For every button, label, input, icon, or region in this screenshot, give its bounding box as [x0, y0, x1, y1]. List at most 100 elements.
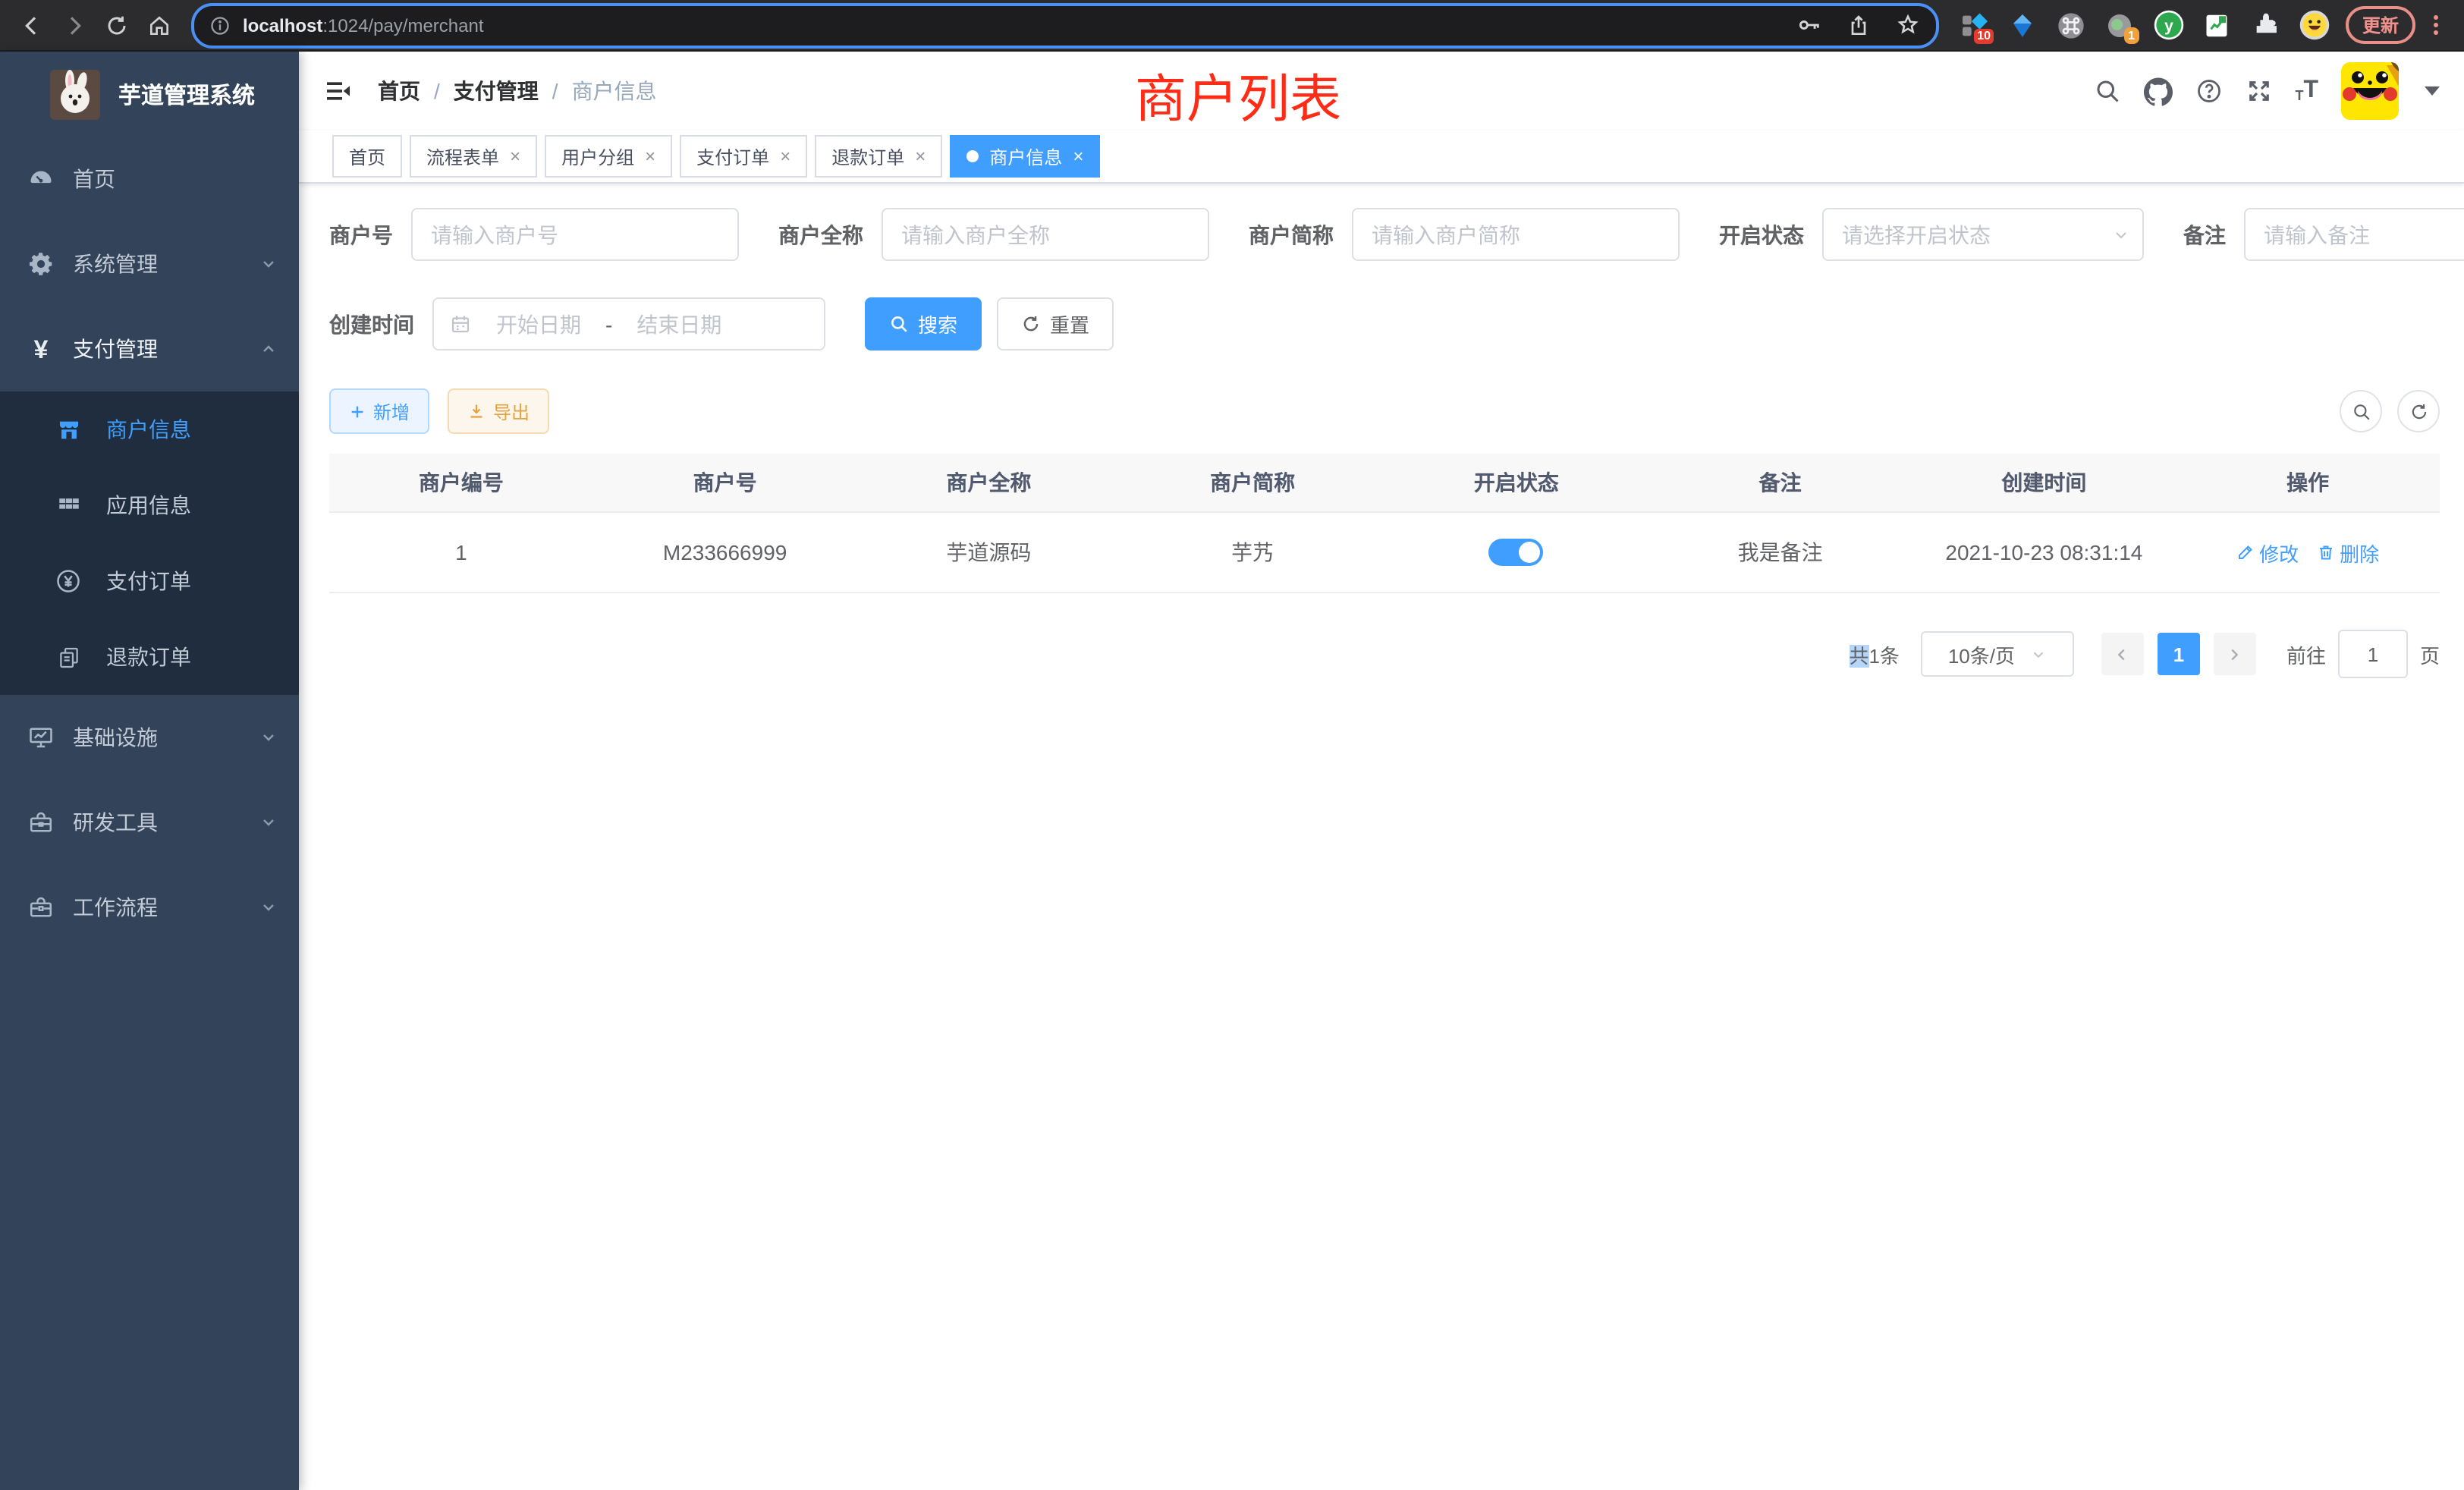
help-icon[interactable] [2195, 77, 2222, 105]
extensions-puzzle-icon[interactable] [2249, 7, 2282, 43]
close-icon[interactable]: × [915, 147, 926, 165]
github-icon[interactable] [2143, 77, 2172, 105]
status-select[interactable]: 请选择开启状态 [1822, 208, 2144, 261]
breadcrumb-separator: / [552, 79, 558, 103]
browser-update-button[interactable]: 更新 [2346, 6, 2415, 44]
sidebar-item-label: 研发工具 [73, 807, 158, 838]
page-size-select[interactable]: 10条/页 [1921, 631, 2074, 677]
remark-input[interactable] [2244, 208, 2464, 261]
status-toggle[interactable] [1489, 539, 1544, 566]
reset-button[interactable]: 重置 [997, 297, 1114, 350]
fullscreen-icon[interactable] [2245, 77, 2272, 105]
close-icon[interactable]: × [1073, 147, 1083, 165]
sidebar-item-app-info[interactable]: 应用信息 [0, 467, 299, 543]
next-page-button[interactable] [2214, 633, 2256, 675]
share-icon[interactable] [1846, 13, 1871, 37]
extension-y-icon[interactable]: y [2151, 7, 2185, 43]
merchant-no-input[interactable] [411, 208, 739, 261]
browser-menu-icon[interactable] [2425, 15, 2446, 35]
toolbox-icon [27, 809, 55, 836]
search-button[interactable]: 搜索 [865, 297, 982, 350]
export-button[interactable]: 导出 [448, 388, 549, 434]
extension-grid-icon[interactable]: 10 [1957, 7, 1991, 43]
main-area: 商户列表 首页 / 支付管理 / 商户信息 [299, 52, 2464, 1490]
url-path: :1024/pay/merchant [322, 14, 483, 36]
tab-label: 支付订单 [696, 143, 769, 169]
tab-process-form[interactable]: 流程表单× [410, 135, 537, 178]
breadcrumb-separator: / [434, 79, 440, 103]
start-date-placeholder[interactable]: 开始日期 [484, 309, 593, 339]
tab-merchant-info[interactable]: 商户信息× [950, 135, 1100, 178]
sidebar-item-pay[interactable]: ¥ 支付管理 [0, 306, 299, 391]
url-text: localhost:1024/pay/merchant [243, 14, 484, 36]
page-content: 商户号 商户全称 商户简称 开启状态 请选择开启状态 [299, 184, 2464, 1490]
extension-recorder-icon[interactable]: 1 [2103, 7, 2136, 43]
extension-gem-icon[interactable] [2006, 7, 2039, 43]
site-info-icon[interactable] [209, 14, 231, 36]
forward-icon[interactable] [55, 5, 94, 45]
tab-refund-order[interactable]: 退款订单 × [815, 135, 942, 178]
delete-link-label: 删除 [2340, 538, 2379, 567]
close-icon[interactable]: × [645, 147, 655, 165]
sidebar-item-pay-order[interactable]: 支付订单 [0, 543, 299, 619]
column-header: 备注 [1648, 467, 1912, 498]
hamburger-icon[interactable] [323, 76, 354, 106]
sidebar-item-merchant-info[interactable]: 商户信息 [0, 391, 299, 467]
tab-label: 用户分组 [561, 143, 634, 169]
profile-avatar-icon[interactable] [2297, 7, 2330, 43]
tab-user-group[interactable]: 用户分组 × [545, 135, 672, 178]
chevron-down-icon [2030, 646, 2047, 662]
breadcrumb-home[interactable]: 首页 [378, 76, 420, 106]
goto-label: 前往 [2286, 640, 2326, 668]
briefcase-icon [27, 894, 55, 921]
edit-link[interactable]: 修改 [2236, 538, 2299, 567]
sidebar-item-infra[interactable]: 基础设施 [0, 695, 299, 780]
reload-icon[interactable] [97, 5, 137, 45]
tab-label: 退款订单 [831, 143, 904, 169]
tab-pay-order[interactable]: 支付订单 × [680, 135, 807, 178]
column-header: 操作 [2176, 467, 2440, 498]
sidebar-item-system[interactable]: 系统管理 [0, 222, 299, 306]
password-key-icon[interactable] [1796, 12, 1822, 38]
add-button[interactable]: 新增 [329, 388, 429, 434]
field-label: 创建时间 [329, 309, 414, 339]
search-icon[interactable] [2093, 77, 2120, 105]
full-name-input[interactable] [882, 208, 1209, 261]
goto-page-input[interactable] [2338, 630, 2408, 678]
search-icon [889, 314, 909, 334]
home-icon[interactable] [140, 5, 179, 45]
gear-icon [27, 250, 55, 278]
sidebar-item-home[interactable]: 首页 [0, 137, 299, 222]
close-icon[interactable]: × [780, 147, 790, 165]
sidebar-item-workflow[interactable]: 工作流程 [0, 865, 299, 950]
sidebar-item-label: 系统管理 [73, 249, 158, 279]
delete-link[interactable]: 删除 [2317, 538, 2379, 567]
filter-row-2: 创建时间 开始日期 - 结束日期 搜索 重置 [329, 297, 2440, 350]
sidebar-item-devtools[interactable]: 研发工具 [0, 780, 299, 865]
show-search-button[interactable] [2340, 390, 2382, 432]
close-icon[interactable]: × [510, 147, 520, 165]
address-bar[interactable]: localhost:1024/pay/merchant [191, 2, 1939, 48]
short-name-input[interactable] [1352, 208, 1680, 261]
prev-page-button[interactable] [2101, 633, 2144, 675]
sidebar-item-refund-order[interactable]: 退款订单 [0, 619, 299, 695]
extension-command-icon[interactable] [2054, 7, 2088, 43]
bookmark-star-icon[interactable] [1895, 12, 1921, 38]
end-date-placeholder[interactable]: 结束日期 [624, 309, 734, 339]
user-menu-caret-icon[interactable] [2425, 86, 2440, 96]
font-size-icon[interactable]: TT [2295, 79, 2318, 103]
current-page-button[interactable]: 1 [2158, 633, 2200, 675]
user-avatar[interactable] [2341, 62, 2399, 120]
extension-sheet-icon[interactable] [2200, 7, 2233, 43]
total-count: 1 [1868, 644, 1879, 667]
tab-home[interactable]: 首页 [332, 135, 402, 178]
breadcrumb-current: 商户信息 [572, 76, 657, 106]
yen-icon: ¥ [27, 335, 55, 363]
date-range-picker[interactable]: 开始日期 - 结束日期 [432, 297, 825, 350]
yen-circle-icon [55, 567, 82, 595]
sidebar-item-label: 工作流程 [73, 892, 158, 923]
app-logo-image [50, 69, 100, 119]
chevron-right-icon [2227, 646, 2243, 662]
back-icon[interactable] [12, 5, 52, 45]
refresh-table-button[interactable] [2397, 390, 2440, 432]
